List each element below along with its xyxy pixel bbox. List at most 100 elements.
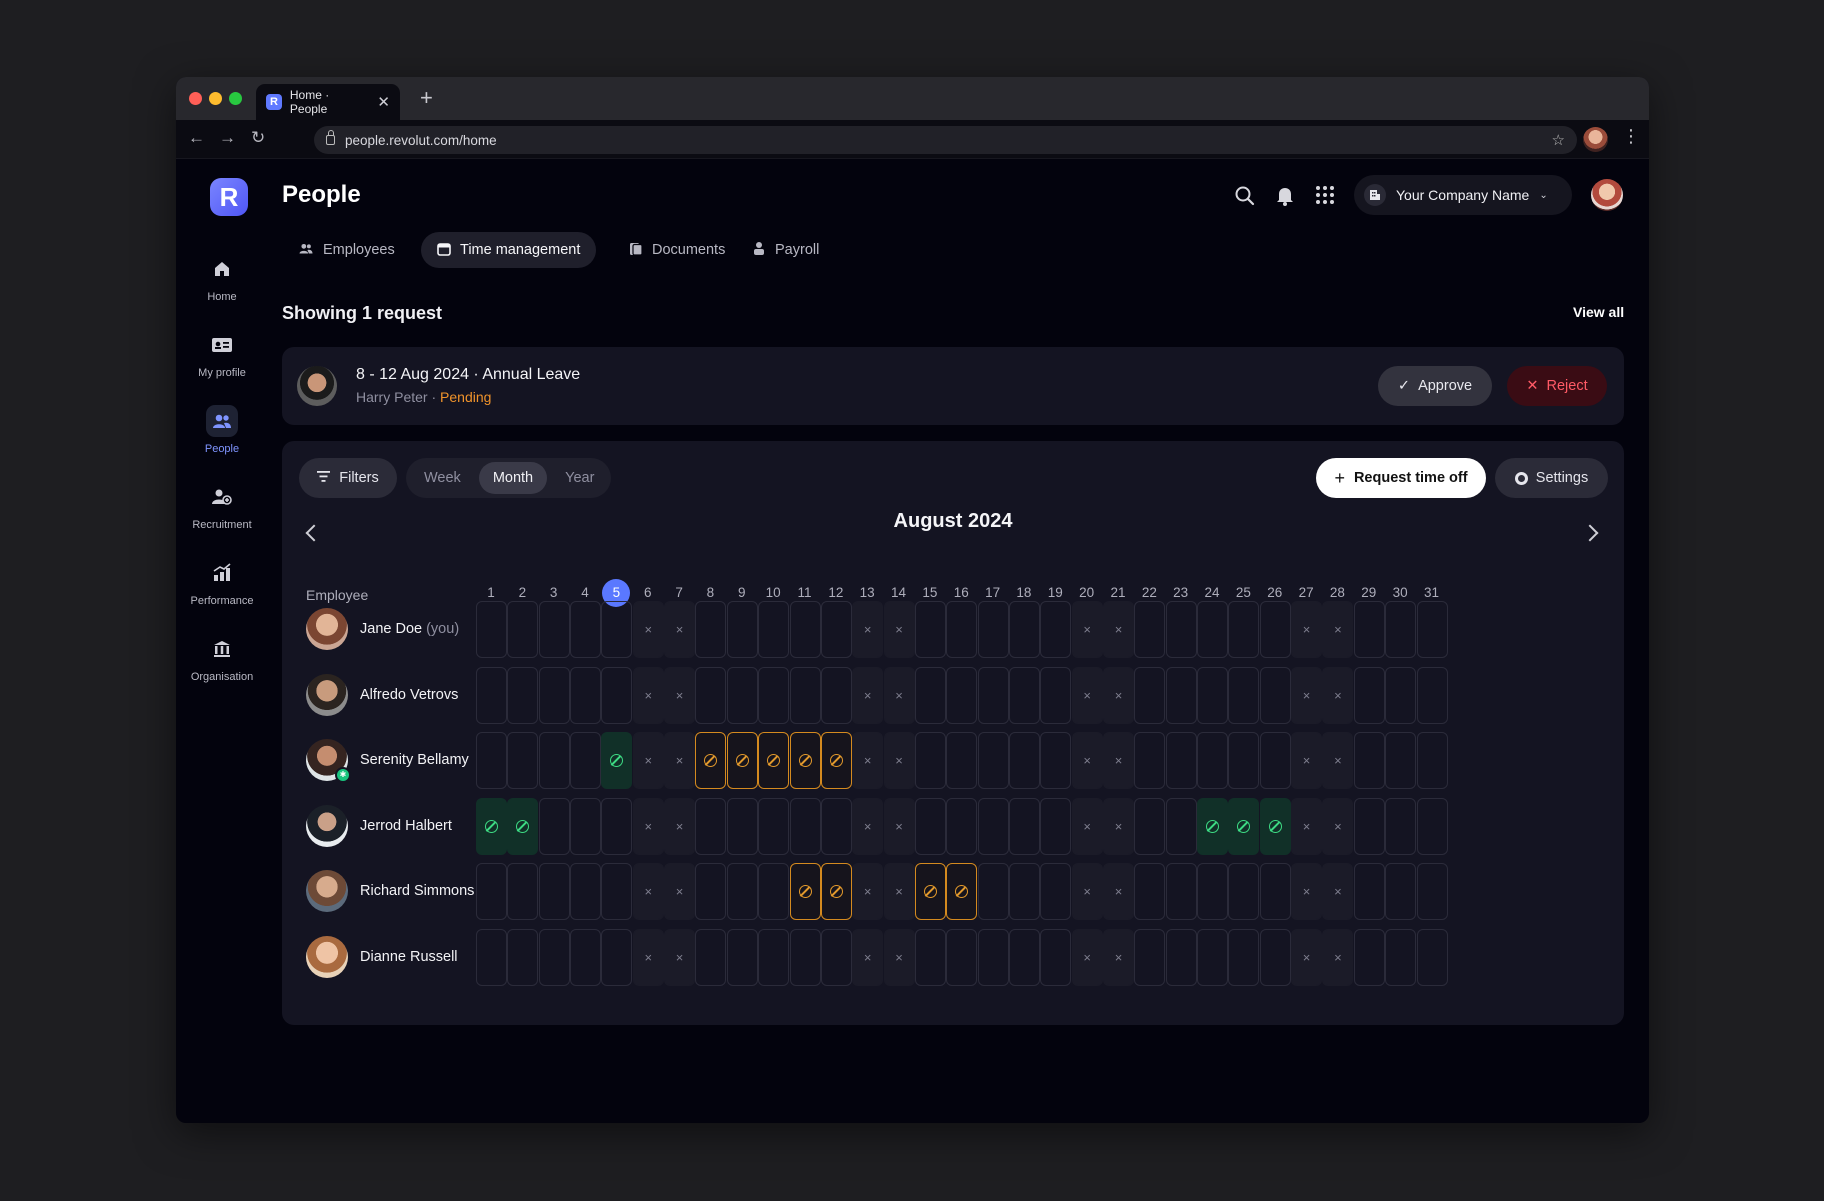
day-cell[interactable]: [1416, 601, 1448, 658]
tab-payroll[interactable]: Payroll: [736, 232, 835, 268]
day-cell-weekend[interactable]: ×: [1291, 797, 1323, 855]
day-cell-weekend[interactable]: ×: [1322, 732, 1354, 790]
day-cell-approved[interactable]: [507, 797, 539, 855]
day-cell[interactable]: [1165, 863, 1197, 921]
close-window-button[interactable]: [189, 92, 202, 105]
sidebar-item-performance[interactable]: Performance: [176, 557, 268, 607]
employee-row-label[interactable]: Richard Simmons: [306, 869, 474, 913]
day-cell[interactable]: [1228, 601, 1260, 658]
day-cell-pending[interactable]: [726, 732, 758, 790]
address-bar[interactable]: people.revolut.com/home ☆: [314, 126, 1577, 154]
day-cell[interactable]: [476, 863, 507, 921]
day-cell[interactable]: [1040, 797, 1072, 855]
day-cell-weekend[interactable]: ×: [632, 929, 664, 986]
day-cell-weekend[interactable]: ×: [1291, 863, 1323, 921]
employee-row-label[interactable]: ✱ Serenity Bellamy: [306, 738, 469, 784]
day-cell[interactable]: [946, 929, 978, 986]
day-cell-weekend[interactable]: ×: [1071, 732, 1103, 790]
day-cell[interactable]: [1165, 666, 1197, 724]
day-cell[interactable]: [1040, 601, 1072, 658]
minimize-window-button[interactable]: [209, 92, 222, 105]
day-cell-weekend[interactable]: ×: [883, 732, 915, 790]
day-cell[interactable]: [1134, 666, 1166, 724]
bell-icon[interactable]: [1275, 185, 1295, 212]
day-cell[interactable]: [977, 929, 1009, 986]
sidebar-item-home[interactable]: Home: [176, 253, 268, 303]
day-cell[interactable]: [1165, 732, 1197, 790]
day-cell[interactable]: [1008, 666, 1040, 724]
day-cell[interactable]: [507, 666, 539, 724]
day-cell-weekend[interactable]: ×: [632, 732, 664, 790]
day-cell[interactable]: [570, 601, 602, 658]
day-cell-approved[interactable]: [476, 797, 507, 855]
employee-row-label[interactable]: Jerrod Halbert: [306, 804, 452, 848]
app-logo[interactable]: R: [210, 178, 248, 216]
day-cell[interactable]: [1385, 732, 1417, 790]
day-cell-weekend[interactable]: ×: [852, 601, 884, 658]
day-cell[interactable]: [820, 666, 852, 724]
day-cell[interactable]: [726, 601, 758, 658]
day-cell-weekend[interactable]: ×: [1071, 601, 1103, 658]
day-cell[interactable]: [820, 929, 852, 986]
day-cell[interactable]: [977, 666, 1009, 724]
day-cell[interactable]: [977, 601, 1009, 658]
day-cell[interactable]: [1040, 732, 1072, 790]
day-cell-pending[interactable]: [820, 732, 852, 790]
day-cell-weekend[interactable]: ×: [852, 863, 884, 921]
day-cell[interactable]: [1134, 732, 1166, 790]
day-cell-pending[interactable]: [946, 863, 978, 921]
day-cell[interactable]: [946, 732, 978, 790]
day-cell[interactable]: [695, 929, 727, 986]
day-cell-weekend[interactable]: ×: [1291, 732, 1323, 790]
day-cell[interactable]: [538, 666, 570, 724]
day-cell[interactable]: [1134, 929, 1166, 986]
day-cell-weekend[interactable]: ×: [1071, 929, 1103, 986]
day-cell-approved[interactable]: [1228, 797, 1260, 855]
day-cell[interactable]: [538, 601, 570, 658]
day-cell-weekend[interactable]: ×: [664, 863, 696, 921]
day-cell[interactable]: [1228, 666, 1260, 724]
day-cell-weekend[interactable]: ×: [1103, 601, 1134, 658]
day-cell[interactable]: [570, 732, 602, 790]
day-cell[interactable]: [570, 666, 602, 724]
day-cell[interactable]: [1165, 797, 1197, 855]
day-cell-weekend[interactable]: ×: [883, 797, 915, 855]
user-avatar[interactable]: [1591, 179, 1623, 211]
search-icon[interactable]: [1234, 185, 1256, 212]
day-cell[interactable]: [789, 601, 821, 658]
day-cell[interactable]: [1259, 601, 1291, 658]
day-cell[interactable]: [914, 732, 946, 790]
day-cell[interactable]: [789, 666, 821, 724]
day-cell[interactable]: [977, 863, 1009, 921]
reload-icon[interactable]: ↻: [251, 128, 265, 148]
day-cell-pending[interactable]: [820, 863, 852, 921]
day-cell[interactable]: [1008, 601, 1040, 658]
day-cell[interactable]: [1353, 666, 1385, 724]
day-cell[interactable]: [1385, 929, 1417, 986]
tab-employees[interactable]: Employees: [282, 232, 411, 268]
day-cell[interactable]: [538, 732, 570, 790]
day-cell[interactable]: [1040, 666, 1072, 724]
day-cell[interactable]: [507, 601, 539, 658]
reject-button[interactable]: ✕ Reject: [1507, 366, 1607, 406]
day-cell[interactable]: [977, 732, 1009, 790]
day-cell[interactable]: [1165, 929, 1197, 986]
day-cell[interactable]: [1385, 601, 1417, 658]
day-cell[interactable]: [1134, 601, 1166, 658]
browser-tab[interactable]: R Home · People ✕: [256, 84, 400, 120]
day-cell[interactable]: [1416, 732, 1448, 790]
day-cell[interactable]: [1353, 797, 1385, 855]
day-cell[interactable]: [820, 601, 852, 658]
day-cell[interactable]: [1197, 732, 1229, 790]
day-cell[interactable]: [726, 929, 758, 986]
day-cell[interactable]: [758, 601, 790, 658]
day-cell[interactable]: [758, 666, 790, 724]
day-cell-weekend[interactable]: ×: [1071, 666, 1103, 724]
employee-row-label[interactable]: Dianne Russell: [306, 935, 458, 979]
day-cell-weekend[interactable]: ×: [1103, 732, 1134, 790]
day-cell[interactable]: [1040, 863, 1072, 921]
request-time-off-button[interactable]: + Request time off: [1316, 458, 1486, 498]
day-cell[interactable]: [1353, 929, 1385, 986]
day-cell[interactable]: [1353, 732, 1385, 790]
approve-button[interactable]: ✓ Approve: [1378, 366, 1492, 406]
